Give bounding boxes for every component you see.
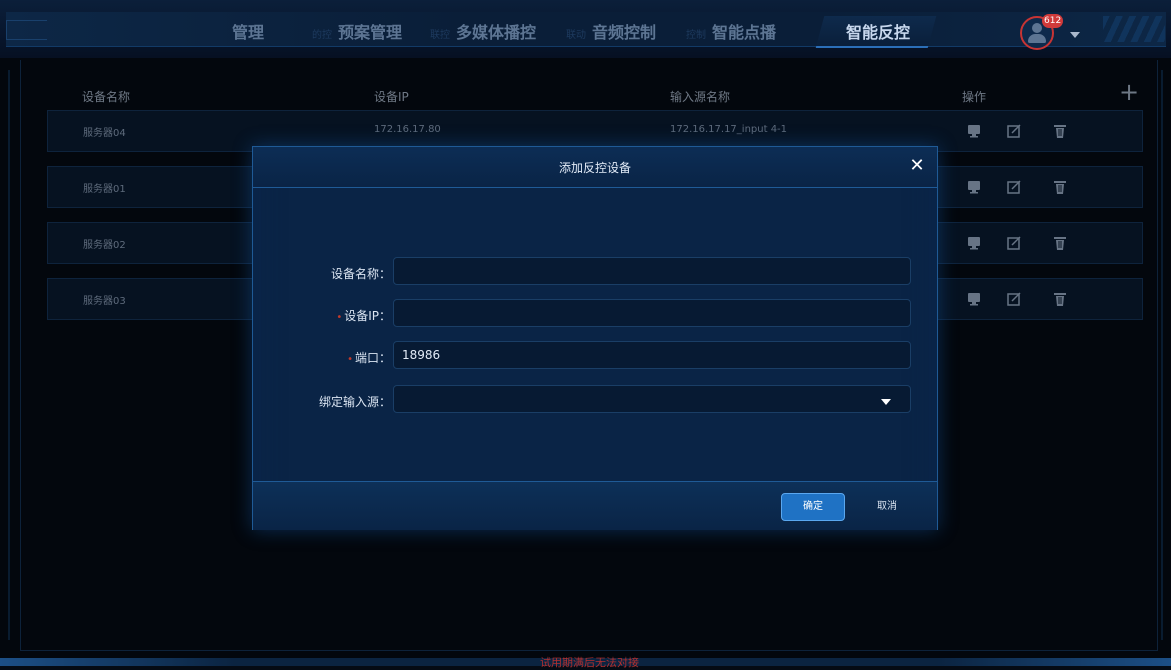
tab-label: 音频控制 <box>592 23 657 42</box>
port-input[interactable] <box>393 341 911 369</box>
input-source-select[interactable] <box>393 385 911 413</box>
add-reverse-control-device-dialog: 添加反控设备 ✕ 设备名称： •设备IP： •端口： 绑定输入源： 确定 取消 <box>252 146 938 530</box>
user-icon-head <box>1032 23 1042 33</box>
tab-ghost-text: 联动 <box>566 30 586 41</box>
confirm-button[interactable]: 确定 <box>781 493 845 521</box>
tab-ghost-text: 控制 <box>686 30 706 41</box>
required-marker: • <box>347 354 353 365</box>
tab-label: 智能反控 <box>846 23 911 42</box>
device-ip-input[interactable] <box>393 299 911 327</box>
required-marker: • <box>336 312 343 323</box>
tab-ghost-text: 的控 <box>312 30 332 41</box>
chevron-down-icon[interactable] <box>881 399 891 405</box>
label-text: 绑定输入源： <box>318 395 391 409</box>
nav-decoration-left <box>6 20 47 40</box>
cancel-button[interactable]: 取消 <box>865 493 909 521</box>
tab-management[interactable]: 管理 <box>232 22 264 44</box>
label-text: 设备IP： <box>344 309 391 323</box>
tab-plan-management[interactable]: 的控 预案管理 <box>312 22 402 44</box>
tab-audio-control[interactable]: 联动 音频控制 <box>566 22 656 44</box>
tab-label: 多媒体播控 <box>456 23 537 42</box>
tab-label: 管理 <box>232 23 265 42</box>
close-icon[interactable]: ✕ <box>907 156 927 176</box>
input-source-label: 绑定输入源： <box>271 393 391 410</box>
notification-badge: 612 <box>1042 14 1064 28</box>
label-text: 端口： <box>354 351 391 365</box>
tab-multimedia-control[interactable]: 联控 多媒体播控 <box>430 22 536 44</box>
tab-smart-vod[interactable]: 控制 智能点播 <box>686 22 776 44</box>
modal-title: 添加反控设备 <box>558 161 631 175</box>
label-text: 设备名称： <box>330 267 391 281</box>
nav-decoration-right <box>1103 16 1165 42</box>
tab-label: 智能点播 <box>712 23 777 42</box>
device-name-input[interactable] <box>393 257 911 285</box>
user-icon-body <box>1028 34 1046 43</box>
modal-header: 添加反控设备 ✕ <box>253 147 937 188</box>
tab-label: 预案管理 <box>338 23 403 42</box>
chevron-down-icon[interactable] <box>1070 32 1080 38</box>
top-navigation: 管理 的控 预案管理 联控 多媒体播控 联动 音频控制 控制 智能点播 智能反控 612 <box>0 0 1171 58</box>
port-label: • 端口： <box>271 349 391 366</box>
tab-ghost-text: 联控 <box>430 30 450 41</box>
device-ip-label: • 设备IP： <box>271 307 391 324</box>
tab-smart-reverse-control[interactable]: 智能反控 <box>846 22 910 44</box>
device-name-label: 设备名称： <box>271 265 391 282</box>
